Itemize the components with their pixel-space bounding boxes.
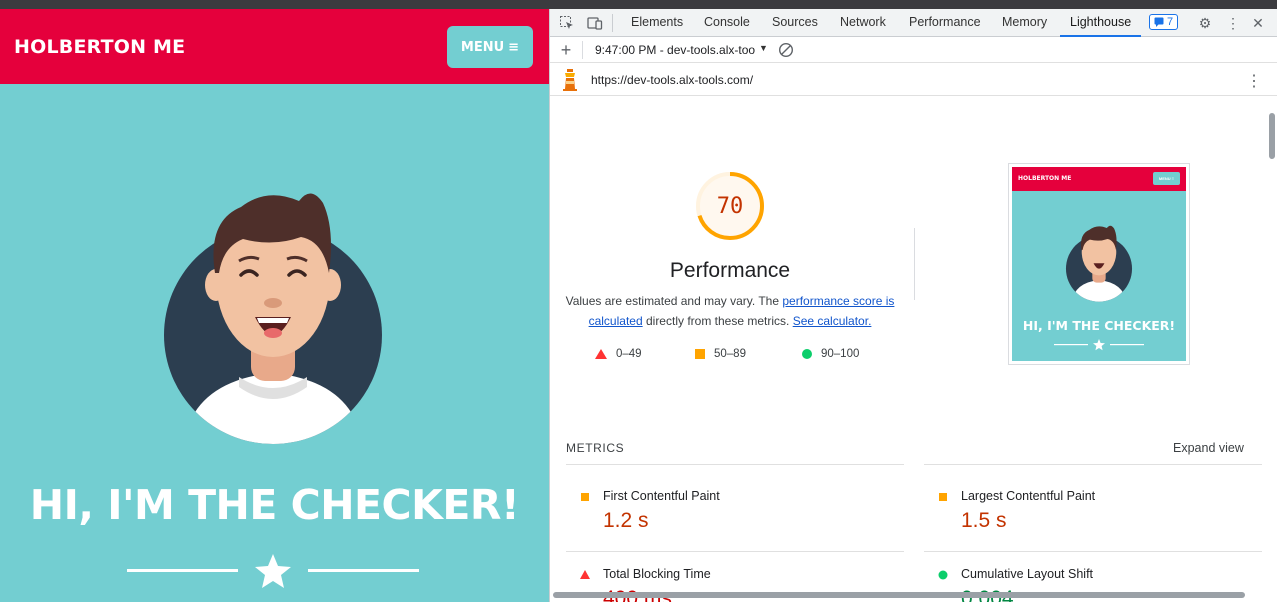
hero-divider: [127, 554, 419, 588]
average-square-icon: [581, 493, 589, 501]
performance-score-gauge: 70: [696, 172, 764, 240]
metrics-divider-left: [566, 464, 904, 465]
tab-performance[interactable]: Performance: [909, 9, 981, 37]
metrics-divider-right: [924, 464, 1262, 465]
message-icon: [1154, 17, 1164, 27]
toolbar-separator: [582, 41, 583, 59]
clear-reports-icon[interactable]: [778, 42, 794, 63]
average-square-icon: [695, 349, 705, 359]
inspect-element-icon[interactable]: [559, 15, 575, 31]
final-screenshot-thumbnail[interactable]: HOLBERTON ME MENU ≡ HI, I'M THE CHECKER!: [1008, 163, 1190, 365]
expand-view-toggle[interactable]: Expand view: [1173, 441, 1244, 455]
metrics-row-divider-right: [924, 551, 1262, 552]
report-dropdown-icon[interactable]: ▼: [759, 43, 768, 53]
category-description: Values are estimated and may vary. The p…: [564, 291, 896, 331]
lighthouse-logo-icon: [563, 69, 577, 91]
thumb-hero: HI, I'M THE CHECKER!: [1022, 318, 1176, 333]
close-icon[interactable]: ✕: [1250, 15, 1266, 31]
legend-fail: 0–49: [595, 348, 642, 360]
window-top-strip: [0, 0, 1277, 9]
report-menu-icon[interactable]: ⋮: [1246, 71, 1262, 91]
star-icon: [255, 554, 291, 588]
lighthouse-report: 70 Performance Values are estimated and …: [550, 96, 1277, 602]
lighthouse-toolbar: + 9:47:00 PM - dev-tools.alx-too ▼: [550, 37, 1277, 63]
metric-label: First Contentful Paint: [603, 489, 720, 503]
devtools-tabbar: Elements Console Sources Network Perform…: [550, 9, 1277, 37]
legend-pass: 90–100: [802, 348, 859, 360]
metrics-row-divider-left: [566, 551, 904, 552]
metric-value: 1.2 s: [603, 509, 649, 532]
metric-value: 1.5 s: [961, 509, 1007, 532]
legend-average: 50–89: [695, 348, 746, 360]
desc-prefix: Values are estimated and may vary. The: [565, 294, 783, 308]
report-url-bar: https://dev-tools.alx-tools.com/ ⋮: [550, 63, 1277, 96]
metric-label: Largest Contentful Paint: [961, 489, 1096, 503]
legend-fail-label: 0–49: [616, 348, 642, 360]
summary-separator: [914, 228, 915, 300]
devtools-panel: Elements Console Sources Network Perform…: [549, 9, 1277, 602]
legend-pass-label: 90–100: [821, 348, 860, 360]
fail-triangle-icon: [595, 349, 607, 359]
performance-score: 70: [717, 194, 744, 219]
tab-lighthouse[interactable]: Lighthouse: [1060, 9, 1142, 37]
tab-elements[interactable]: Elements: [631, 9, 683, 37]
pass-circle-icon: [802, 349, 812, 359]
report-url[interactable]: https://dev-tools.alx-tools.com/: [591, 73, 753, 87]
vertical-scrollbar[interactable]: [1269, 113, 1275, 159]
settings-gear-icon[interactable]: ⚙: [1197, 15, 1213, 31]
hero-title: HI, I'M THE CHECKER!: [29, 481, 520, 529]
more-options-icon[interactable]: ⋮: [1225, 15, 1241, 31]
site-menu-label: MENU: [460, 39, 505, 55]
metric-label: Total Blocking Time: [603, 567, 711, 581]
see-calculator-link[interactable]: See calculator.: [793, 314, 872, 328]
desc-middle: directly from these metrics.: [642, 314, 793, 328]
site-brand[interactable]: HOLBERTON ME: [14, 36, 185, 58]
metrics-heading: METRICS: [566, 441, 625, 455]
tab-memory[interactable]: Memory: [1002, 9, 1047, 37]
issues-count: 7: [1167, 16, 1174, 28]
metric-label: Cumulative Layout Shift: [961, 567, 1094, 581]
thumb-divider: [1054, 339, 1144, 351]
site-header: HOLBERTON ME MENU ≡: [0, 9, 549, 84]
fail-triangle-icon: [580, 570, 590, 579]
site-menu-button[interactable]: MENU ≡: [447, 26, 533, 68]
thumb-brand: HOLBERTON ME: [1018, 175, 1072, 182]
device-toolbar-icon[interactable]: [587, 15, 603, 31]
category-title: Performance: [669, 259, 791, 282]
website-viewport: HOLBERTON ME MENU ≡ HI, I'M THE CHECKER!: [0, 9, 549, 602]
average-square-icon: [939, 493, 947, 501]
legend-average-label: 50–89: [714, 348, 746, 360]
avatar-illustration: [164, 193, 382, 444]
tab-sources[interactable]: Sources: [772, 9, 818, 37]
tab-network[interactable]: Network: [840, 9, 886, 37]
horizontal-scrollbar[interactable]: [553, 592, 1245, 598]
thumb-menu: MENU ≡: [1153, 172, 1180, 185]
issues-badge[interactable]: 7: [1149, 14, 1179, 30]
tabbar-separator: [612, 14, 613, 32]
hamburger-icon: ≡: [508, 39, 520, 55]
new-report-plus-icon[interactable]: +: [558, 41, 574, 59]
tab-console[interactable]: Console: [704, 9, 750, 37]
thumb-avatar: [1065, 225, 1133, 302]
report-selector[interactable]: 9:47:00 PM - dev-tools.alx-too: [595, 43, 760, 57]
pass-circle-icon: [938, 570, 948, 580]
